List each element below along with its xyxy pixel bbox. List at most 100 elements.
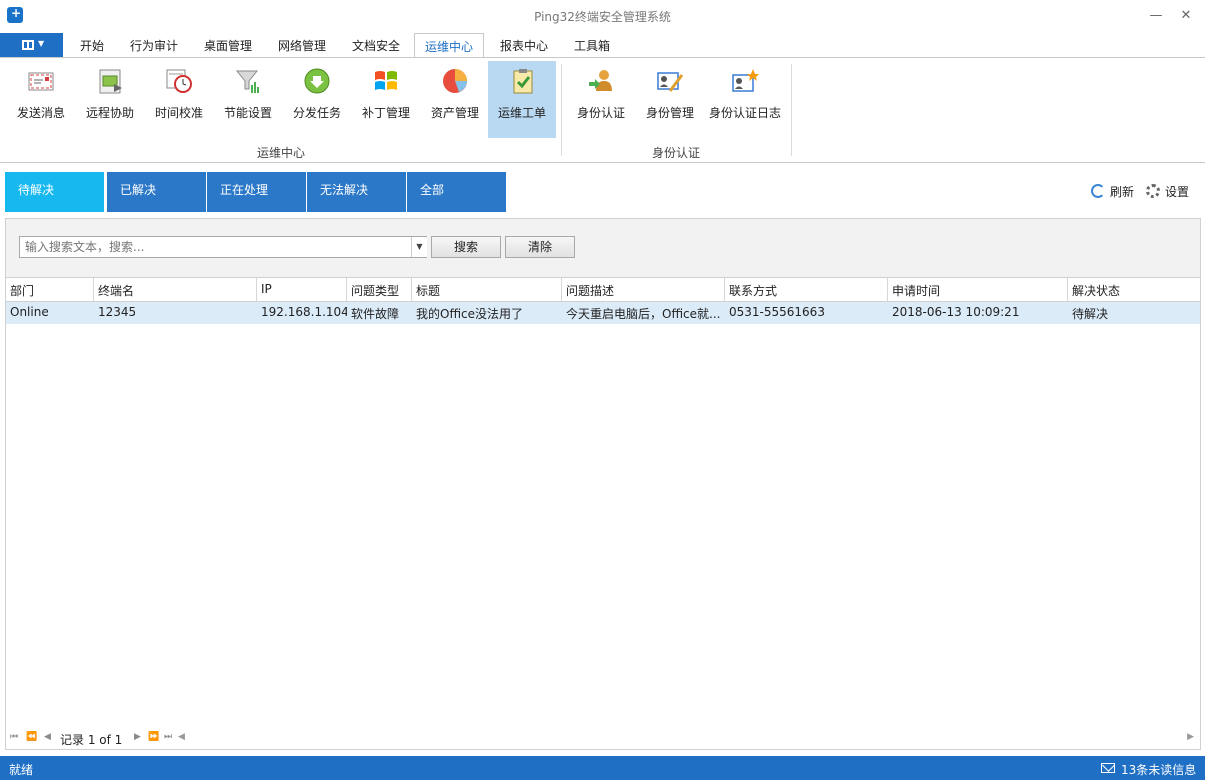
windows-logo-icon: [375, 71, 397, 90]
ribbon-tab-bar: ▼ 开始 行为审计 桌面管理 网络管理 文档安全 运维中心 报表中心 工具箱: [0, 32, 1205, 59]
window-title: Ping32终端安全管理系统: [534, 10, 671, 24]
horizontal-scrollbar[interactable]: ◀ ▶: [178, 732, 1194, 746]
column-header[interactable]: 终端名: [94, 278, 257, 302]
funnel-chart-icon: [235, 70, 259, 93]
ribbon-item-label: 发送消息: [16, 106, 65, 120]
cell-description: 今天重启电脑后，Office就...: [566, 307, 721, 321]
table-row[interactable]: Online 12345 192.168.1.104 软件故障 我的Office…: [6, 302, 1200, 324]
status-text: 就绪: [9, 763, 34, 777]
gear-icon[interactable]: [1146, 184, 1160, 198]
tab-desktop-management[interactable]: 桌面管理: [204, 37, 252, 54]
ribbon-item-label: 身份认证日志: [708, 106, 781, 120]
ribbon-item-label: 补丁管理: [361, 106, 410, 120]
table-header: 部门 终端名 IP 问题类型 标题 问题描述 联系方式 申请时间 解决状态: [6, 278, 1200, 302]
cell-department: Online: [10, 305, 49, 319]
remote-assist-button[interactable]: 远程协助: [75, 61, 145, 138]
clipboard-check-icon: [513, 69, 533, 94]
ribbon-panel: 发送消息 远程协助 时间校准 节能设置 分发任务 补丁管理 资产管理 运维工单 …: [0, 57, 1205, 163]
tab-document-security[interactable]: 文档安全: [352, 37, 400, 54]
ribbon-group-label-identity: 身份认证: [652, 146, 701, 160]
tab-report-center[interactable]: 报表中心: [500, 37, 548, 54]
pager-bar: ⏮ ⏪ ◀ 记录 1 of 1 ▶ ⏩ ⏭ ◀ ▶: [6, 729, 1200, 749]
close-button[interactable]: ✕: [1176, 6, 1196, 26]
cell-issue-type: 软件故障: [351, 307, 400, 321]
ribbon-item-label: 时间校准: [154, 106, 203, 120]
tab-all[interactable]: 全部: [407, 172, 506, 212]
ribbon-item-label: 分发任务: [292, 106, 341, 120]
distribute-task-button[interactable]: 分发任务: [282, 61, 352, 138]
cell-status: 待解决: [1072, 307, 1109, 321]
caret-down-icon: ▼: [38, 39, 45, 48]
column-header[interactable]: 标题: [412, 278, 562, 302]
prev-page-icon[interactable]: ◀: [44, 732, 51, 742]
remote-screen-icon: [99, 69, 122, 94]
ribbon-group-label-ops: 运维中心: [257, 146, 306, 160]
envelope-icon: [28, 72, 54, 91]
ops-ticket-button[interactable]: 运维工单: [488, 61, 556, 138]
column-header[interactable]: 解决状态: [1068, 278, 1200, 302]
unread-messages-link[interactable]: 13条未读信息: [1121, 761, 1196, 778]
ticket-table: 部门 终端名 IP 问题类型 标题 问题描述 联系方式 申请时间 解决状态 On…: [5, 278, 1201, 750]
first-page-icon[interactable]: ⏮: [10, 732, 18, 742]
column-header[interactable]: 问题描述: [562, 278, 725, 302]
tab-toolbox[interactable]: 工具箱: [574, 37, 610, 54]
tab-start[interactable]: 开始: [80, 37, 104, 54]
tab-unresolvable[interactable]: 无法解决: [307, 172, 406, 212]
ribbon-item-label: 远程协助: [85, 106, 134, 120]
tab-pending[interactable]: 待解决: [5, 172, 104, 212]
tab-processing[interactable]: 正在处理: [207, 172, 306, 212]
column-header[interactable]: 申请时间: [888, 278, 1068, 302]
search-button[interactable]: 搜索: [431, 236, 501, 258]
tab-network-management[interactable]: 网络管理: [278, 37, 326, 54]
cell-terminal-name: 12345: [98, 305, 137, 319]
search-dropdown-icon[interactable]: ▼: [411, 237, 427, 257]
search-input[interactable]: [19, 236, 427, 258]
ribbon-item-label: 身份认证: [576, 106, 625, 120]
refresh-button[interactable]: 刷新: [1110, 183, 1134, 200]
refresh-icon[interactable]: [1091, 184, 1105, 198]
identity-management-button[interactable]: 身份管理: [635, 61, 705, 138]
minimize-button[interactable]: —: [1146, 6, 1166, 26]
scroll-right-icon[interactable]: ▶: [1187, 732, 1194, 742]
title-bar: Ping32终端安全管理系统 — ✕: [0, 0, 1205, 32]
tab-behavior-audit[interactable]: 行为审计: [130, 37, 178, 54]
last-page-icon[interactable]: ⏭: [164, 732, 172, 742]
ribbon-group-divider: [561, 64, 562, 156]
prev-page-fast-icon[interactable]: ⏪: [26, 732, 37, 742]
ribbon-item-label: 资产管理: [430, 106, 479, 120]
patch-management-button[interactable]: 补丁管理: [351, 61, 421, 138]
id-card-edit-icon: [657, 72, 684, 92]
asset-management-button[interactable]: 资产管理: [420, 61, 490, 138]
power-saving-button[interactable]: 节能设置: [213, 61, 283, 138]
file-menu-button[interactable]: ▼: [0, 33, 63, 58]
record-counter: 记录 1 of 1: [60, 733, 123, 747]
ribbon-item-label: 节能设置: [223, 106, 272, 120]
settings-button[interactable]: 设置: [1165, 183, 1189, 200]
ribbon-item-label: 身份管理: [645, 106, 694, 120]
time-calibration-button[interactable]: 时间校准: [144, 61, 214, 138]
pie-chart-icon: [443, 69, 467, 93]
identity-auth-button[interactable]: 身份认证: [566, 61, 636, 138]
column-header[interactable]: 问题类型: [347, 278, 412, 302]
cell-contact: 0531-55561663: [729, 305, 825, 319]
next-page-icon[interactable]: ▶: [134, 732, 141, 742]
mail-icon[interactable]: [1101, 763, 1115, 773]
tab-ops-center[interactable]: 运维中心: [414, 33, 485, 59]
clear-button[interactable]: 清除: [505, 236, 575, 258]
send-message-button[interactable]: 发送消息: [6, 61, 76, 138]
search-panel: ▼ 搜索 清除: [5, 218, 1201, 278]
next-page-fast-icon[interactable]: ⏩: [148, 732, 159, 742]
column-header[interactable]: 部门: [6, 278, 94, 302]
cell-ip: 192.168.1.104: [261, 305, 347, 319]
column-header[interactable]: 联系方式: [725, 278, 888, 302]
column-header[interactable]: IP: [257, 278, 347, 302]
id-card-star-icon: [732, 69, 759, 92]
menu-book-icon: [22, 40, 34, 50]
identity-auth-log-button[interactable]: 身份认证日志: [708, 61, 782, 138]
download-arrow-icon: [304, 68, 330, 94]
user-arrow-icon: [589, 70, 612, 91]
scroll-left-icon[interactable]: ◀: [178, 732, 185, 742]
clock-icon: [166, 69, 192, 93]
ribbon-item-label: 运维工单: [497, 106, 546, 120]
tab-resolved[interactable]: 已解决: [107, 172, 206, 212]
